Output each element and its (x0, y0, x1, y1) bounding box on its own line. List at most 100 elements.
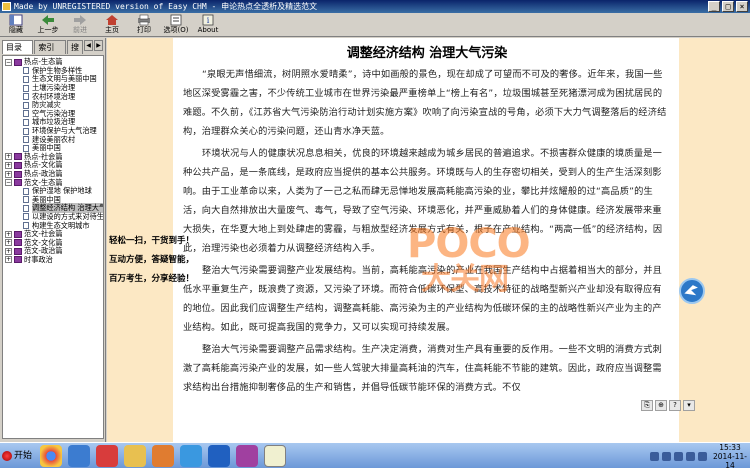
expand-icon[interactable]: + (5, 153, 12, 161)
book-icon (14, 247, 22, 255)
back-button[interactable]: 上一步 (32, 13, 64, 37)
hide-button[interactable]: 隐藏 (0, 13, 32, 37)
forward-icon (74, 15, 86, 25)
expand-icon[interactable]: + (5, 239, 12, 247)
ie-icon[interactable] (180, 444, 202, 467)
notepad-icon[interactable] (264, 444, 286, 467)
tab-contents[interactable]: 目录(C) (2, 40, 34, 65)
book-icon (14, 58, 22, 66)
book-icon (14, 239, 22, 247)
expand-icon[interactable]: + (5, 256, 12, 264)
app-icon (2, 2, 11, 11)
home-icon (106, 15, 118, 25)
home-button[interactable]: 主页 (96, 13, 128, 37)
book-icon (14, 256, 22, 264)
nav-tabs: 目录(C) 索引(N) 搜 ◀ ▶ (2, 40, 105, 65)
content-pane[interactable]: 调整经济结构 治理大气污染 “泉眼无声惜细流，树阴照水爱晴柔”，诗中如画般的景色… (107, 38, 750, 442)
media-icon[interactable] (152, 444, 174, 467)
about-button[interactable]: i About (192, 13, 224, 37)
expand-icon[interactable]: + (5, 247, 12, 255)
book-icon (14, 230, 22, 238)
page-icon (23, 187, 29, 195)
expand-icon[interactable]: + (5, 230, 12, 238)
page-icon (23, 101, 29, 109)
help-icon[interactable]: ? (669, 400, 681, 411)
window-title: Made by UNREGISTERED version of Easy CHM… (14, 2, 318, 11)
forward-button[interactable]: 前进 (64, 13, 96, 37)
page-icon (23, 84, 29, 92)
watermark-line1: POCO (407, 221, 531, 267)
tab-scroll-left-icon[interactable]: ◀ (84, 40, 93, 51)
tray-icon[interactable] (698, 451, 707, 461)
home-label: 主页 (105, 26, 119, 34)
print-button[interactable]: 打印 (128, 13, 160, 37)
page-icon (23, 118, 29, 126)
clock-time: 15:33 (719, 442, 741, 452)
start-button[interactable]: 开始 (2, 447, 34, 465)
tray-icon[interactable] (674, 451, 683, 461)
mini-toolbar: ⎘ ⊕ ? ▾ (641, 400, 695, 411)
tab-scroll-right-icon[interactable]: ▶ (94, 40, 103, 51)
bird-logo-icon[interactable] (679, 278, 705, 304)
page-margin-right (679, 38, 750, 442)
about-icon: i (202, 14, 214, 26)
taskbar: 开始 15:33 2014-11-14 (0, 442, 750, 468)
book-icon (14, 170, 22, 178)
tab-index[interactable]: 索引(N) (34, 40, 66, 65)
chrome-icon[interactable] (40, 444, 62, 467)
page-icon (23, 136, 29, 144)
page-icon (23, 222, 29, 230)
options-icon (170, 14, 182, 26)
player-icon[interactable] (208, 444, 230, 467)
start-label: 开始 (14, 450, 33, 461)
tree-book[interactable]: + 时事政治 (3, 254, 103, 265)
article-paragraph: “泉眼无声惜细流，树阴照水爱晴柔”，诗中如画般的景色，现在却成了可望而不可及的奢… (183, 69, 667, 137)
collapse-icon[interactable]: − (5, 179, 12, 187)
tab-scroll-arrows: ◀ ▶ (84, 40, 103, 54)
page-icon (23, 144, 29, 152)
toolbar: 隐藏 上一步 前进 主页 打印 选项(O) i About (0, 13, 750, 37)
tree-book[interactable]: + 范文-政治篇 (3, 246, 103, 256)
book-icon (14, 161, 22, 169)
clock-date: 2014-11-14 (712, 451, 748, 468)
window-title-bar[interactable]: Made by UNREGISTERED version of Easy CHM… (0, 0, 750, 13)
page-icon (23, 93, 29, 101)
tree-item-label: 时事政治 (24, 254, 53, 264)
bird-icon[interactable] (68, 444, 90, 467)
watermark-logo: POCO 大关网 (407, 224, 531, 298)
tab-search[interactable]: 搜 (67, 40, 83, 54)
tray-icon[interactable] (650, 451, 659, 461)
back-label: 上一步 (37, 26, 59, 34)
red-app-icon[interactable] (96, 444, 118, 467)
svg-text:i: i (207, 16, 210, 25)
tray-icon[interactable] (662, 451, 671, 461)
collapse-icon[interactable]: − (5, 58, 12, 66)
maximize-button[interactable]: □ (722, 1, 734, 12)
zoom-icon[interactable]: ⊕ (655, 400, 667, 411)
folder-icon[interactable] (124, 444, 146, 467)
contents-tree[interactable]: − 热点-生态篇 保护生物多样性 生态文明与美丽中国 土壤污染治理 农村环境治理 防灾减灾空… (2, 55, 104, 439)
options-button[interactable]: 选项(O) (160, 13, 192, 37)
print-label: 打印 (137, 26, 151, 34)
options-label: 选项(O) (163, 26, 189, 34)
minimize-button[interactable]: _ (708, 1, 720, 12)
article-paragraph: 整治大气污染需要调整产品需求结构。生产决定消费，消费对生产具有重要的反作用。一些… (183, 344, 662, 393)
start-orb-icon (2, 450, 12, 461)
archive-icon[interactable] (236, 444, 258, 467)
page-icon (23, 213, 29, 221)
tray-icon[interactable] (686, 451, 695, 461)
expand-icon[interactable]: + (5, 170, 12, 178)
clock[interactable]: 15:33 2014-11-14 (710, 443, 750, 468)
page-icon (23, 196, 29, 204)
page-icon (23, 110, 29, 118)
book-icon (14, 153, 22, 161)
copy-icon[interactable]: ⎘ (641, 400, 653, 411)
promo-caption: 轻松一扫，干货到手！互动方便，答疑智能，百万考生，分享经验！ (109, 236, 195, 284)
page-icon (23, 204, 29, 212)
expand-icon[interactable]: + (5, 161, 12, 169)
back-icon (42, 15, 54, 25)
close-button[interactable]: × (736, 1, 748, 12)
dropdown-icon[interactable]: ▾ (683, 400, 695, 411)
article-title: 调整经济结构 治理大气污染 (346, 46, 508, 61)
window-controls: _ □ × (708, 1, 748, 12)
